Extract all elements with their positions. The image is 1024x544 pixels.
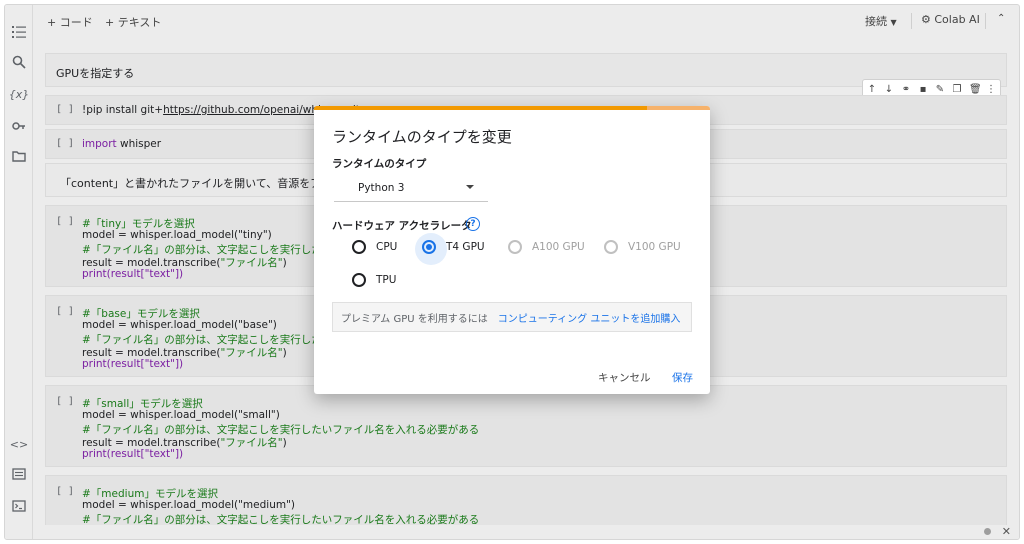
code-cell-medium[interactable]: [ ] #「medium」モデルを選択 model = whisper.load…	[45, 475, 1007, 531]
premium-text: プレミアム GPU を利用するには	[341, 313, 488, 325]
import-module: whisper	[116, 138, 162, 150]
string-literal: "ファイル名"	[220, 347, 283, 359]
colab-ai-button[interactable]: ⚙ Colab AI	[921, 13, 980, 26]
chevron-down-icon: ▼	[890, 18, 897, 27]
keyword-import: import	[82, 138, 117, 150]
dropdown-arrow-icon	[466, 185, 474, 189]
add-text-button[interactable]: + テキスト	[105, 14, 161, 30]
run-cell-button[interactable]: [ ]	[56, 486, 74, 497]
code-text: )	[282, 257, 287, 269]
runtime-type-label: ランタイムのタイプ	[332, 158, 427, 170]
radio-button-disabled	[604, 240, 618, 254]
save-button[interactable]: 保存	[672, 370, 693, 385]
toolbar-divider	[985, 13, 986, 29]
chevron-up-icon[interactable]: ⌃	[997, 13, 1005, 24]
buy-compute-units-link[interactable]: コンピューティング ユニットを追加購入	[498, 310, 681, 325]
cancel-button[interactable]: キャンセル	[598, 370, 651, 385]
loading-progress-bar	[314, 106, 710, 110]
change-runtime-dialog: ランタイムのタイプを変更 ランタイムのタイプ Python 3 ハードウェア ア…	[314, 106, 710, 394]
command-palette-icon[interactable]	[10, 465, 28, 483]
colab-ai-icon: ⚙	[921, 13, 931, 26]
edit-icon[interactable]: ✎	[935, 84, 945, 95]
runtime-type-select[interactable]: Python 3	[334, 172, 488, 202]
radio-button[interactable]	[352, 273, 366, 287]
key-icon[interactable]	[10, 117, 28, 135]
code-text: )	[282, 437, 287, 449]
run-cell-button[interactable]: [ ]	[56, 104, 74, 115]
mirror-cell-icon[interactable]: ❐	[952, 84, 962, 95]
code-line: model = whisper.load_model("base")	[82, 319, 277, 331]
code-line: print(result["text"])	[82, 448, 184, 460]
add-code-button[interactable]: + コード	[47, 14, 93, 30]
terminal-icon[interactable]	[10, 497, 28, 515]
radio-label: T4 GPU	[446, 241, 485, 253]
focus-halo	[415, 233, 447, 265]
search-icon[interactable]	[10, 53, 28, 71]
radio-tpu[interactable]: TPU	[352, 270, 396, 290]
move-up-icon[interactable]: ↑	[867, 84, 877, 95]
top-toolbar: + コード + テキスト 接続 ▼ ⚙ Colab AI ⌃	[33, 5, 1019, 37]
folder-icon[interactable]	[10, 147, 28, 165]
radio-button[interactable]	[352, 240, 366, 254]
code-snippets-icon[interactable]: <>	[10, 435, 28, 453]
code-line: model = whisper.load_model("medium")	[82, 499, 296, 511]
radio-v100-gpu: V100 GPU	[604, 237, 681, 257]
run-cell-button[interactable]: [ ]	[56, 396, 74, 407]
help-icon[interactable]: ?	[466, 217, 480, 231]
colab-ai-label: Colab AI	[934, 13, 980, 26]
loading-progress-fill	[314, 106, 647, 110]
premium-gpu-banner: プレミアム GPU を利用するには コンピューティング ユニットを追加購入	[332, 302, 692, 332]
code-line: print(result["text"])	[82, 268, 184, 280]
dialog-title: ランタイムのタイプを変更	[332, 128, 512, 146]
radio-label: TPU	[376, 274, 397, 286]
connect-label: 接続	[865, 15, 887, 28]
code-line: print(result["text"])	[82, 358, 184, 370]
code-cell-small[interactable]: [ ] #「small」モデルを選択 model = whisper.load_…	[45, 385, 1007, 467]
connect-button[interactable]: 接続 ▼	[865, 13, 897, 29]
variables-icon[interactable]: {x}	[9, 85, 30, 103]
radio-t4-gpu[interactable]: T4 GPU	[415, 233, 485, 265]
string-literal: "ファイル名"	[220, 257, 283, 269]
toolbar-divider	[911, 13, 912, 29]
toc-icon[interactable]	[10, 23, 28, 41]
code-text: )	[282, 347, 287, 359]
runtime-type-value: Python 3	[358, 182, 405, 194]
run-cell-button[interactable]: [ ]	[56, 216, 74, 227]
content-text: 「content」と書かれたファイルを開いて、音源をア	[60, 177, 322, 190]
radio-label: A100 GPU	[532, 241, 585, 253]
pip-cmd: !pip install git+	[82, 104, 164, 116]
delete-icon[interactable]: 🗑	[969, 84, 982, 95]
heading-text: GPUを指定する	[56, 67, 135, 80]
hardware-accelerator-label: ハードウェア アクセラレータ	[332, 220, 472, 232]
run-cell-button[interactable]: [ ]	[56, 306, 74, 317]
status-bar: ✕	[33, 525, 1019, 539]
status-dot-icon	[984, 528, 991, 535]
close-icon[interactable]: ✕	[1002, 525, 1011, 538]
comment-icon[interactable]: ▪	[918, 84, 928, 95]
more-options-icon[interactable]: ⋮	[986, 84, 996, 95]
move-down-icon[interactable]: ↓	[884, 84, 894, 95]
radio-button-checked[interactable]	[415, 233, 447, 265]
radio-label: V100 GPU	[628, 241, 681, 253]
radio-label: CPU	[376, 241, 398, 253]
link-icon[interactable]: ⚭	[901, 84, 911, 95]
code-line: model = whisper.load_model("small")	[82, 409, 280, 421]
radio-cpu[interactable]: CPU	[352, 237, 397, 257]
code-line: import whisper	[82, 138, 161, 150]
radio-button-disabled	[508, 240, 522, 254]
run-cell-button[interactable]: [ ]	[56, 138, 74, 149]
string-literal: "ファイル名"	[220, 437, 283, 449]
left-sidebar: {x} <>	[5, 5, 33, 539]
radio-a100-gpu: A100 GPU	[508, 237, 585, 257]
code-line: model = whisper.load_model("tiny")	[82, 229, 272, 241]
